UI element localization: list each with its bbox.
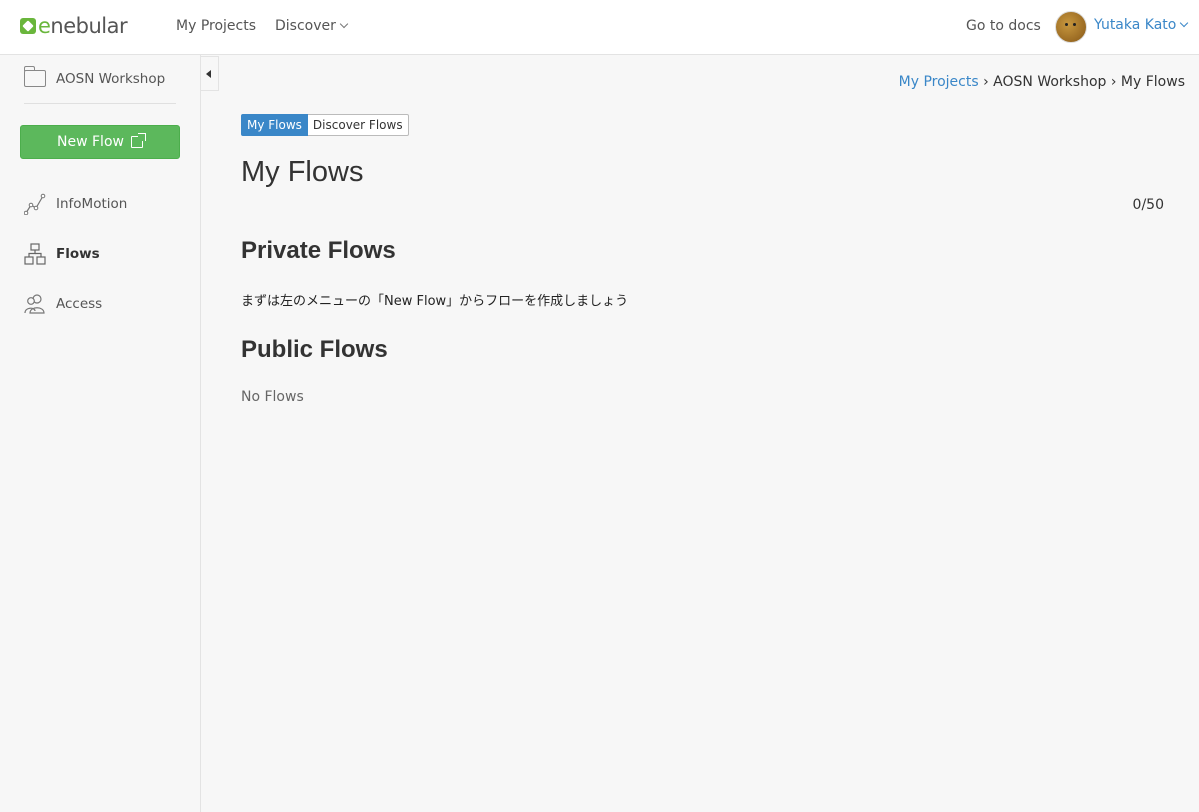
sidebar: AOSN Workshop New Flow InfoMotion Flows <box>0 55 201 812</box>
flow-count: 0/50 <box>1132 197 1164 213</box>
page-title: My Flows <box>241 156 364 188</box>
nav-discover[interactable]: Discover <box>275 18 349 34</box>
new-flow-label: New Flow <box>57 134 124 150</box>
sidebar-item-label: Flows <box>56 246 100 262</box>
new-flow-button[interactable]: New Flow <box>20 125 180 159</box>
breadcrumb-separator: › <box>983 74 989 90</box>
logo-mark-icon <box>20 18 36 34</box>
chevron-down-icon <box>339 19 349 29</box>
nav-my-projects[interactable]: My Projects <box>176 18 256 34</box>
private-flows-heading: Private Flows <box>241 237 396 264</box>
tab-discover-flows[interactable]: Discover Flows <box>307 114 409 136</box>
breadcrumb-project: AOSN Workshop <box>993 74 1107 90</box>
flow-tabs: My Flows Discover Flows <box>241 114 409 136</box>
flows-icon <box>24 243 46 265</box>
nav-discover-label: Discover <box>275 18 336 34</box>
users-icon <box>24 294 45 314</box>
sidebar-project[interactable]: AOSN Workshop <box>24 66 166 87</box>
public-flows-heading: Public Flows <box>241 336 388 363</box>
breadcrumb-my-projects[interactable]: My Projects <box>899 74 979 90</box>
logo-text: enebular <box>38 14 128 38</box>
top-header: enebular My Projects Discover Go to docs… <box>0 0 1199 55</box>
private-flows-hint: まずは左のメニューの「New Flow」からフローを作成しましょう <box>241 294 629 309</box>
external-link-icon <box>130 133 146 148</box>
avatar[interactable] <box>1055 11 1087 43</box>
user-name: Yutaka Kato <box>1094 17 1177 33</box>
sidebar-item-infomotion[interactable]: InfoMotion <box>24 193 127 215</box>
chevron-down-icon <box>1180 18 1189 28</box>
public-flows-empty: No Flows <box>241 389 304 405</box>
breadcrumb: My Projects › AOSN Workshop › My Flows <box>899 74 1185 90</box>
folder-icon <box>24 66 46 87</box>
sidebar-item-label: Access <box>56 296 103 312</box>
sidebar-item-label: InfoMotion <box>56 196 128 212</box>
breadcrumb-current: My Flows <box>1120 74 1185 90</box>
sidebar-item-flows[interactable]: Flows <box>24 243 100 265</box>
sidebar-divider <box>24 103 176 104</box>
user-menu[interactable]: Yutaka Kato <box>1094 17 1189 33</box>
sidebar-item-access[interactable]: Access <box>24 293 102 315</box>
infomotion-icon <box>24 193 46 215</box>
go-to-docs-link[interactable]: Go to docs <box>966 18 1041 34</box>
breadcrumb-separator: › <box>1110 74 1117 90</box>
tab-my-flows[interactable]: My Flows <box>241 114 308 136</box>
enebular-logo[interactable]: enebular <box>20 14 128 38</box>
sidebar-collapse-toggle[interactable] <box>201 56 219 91</box>
project-name: AOSN Workshop <box>56 70 166 87</box>
